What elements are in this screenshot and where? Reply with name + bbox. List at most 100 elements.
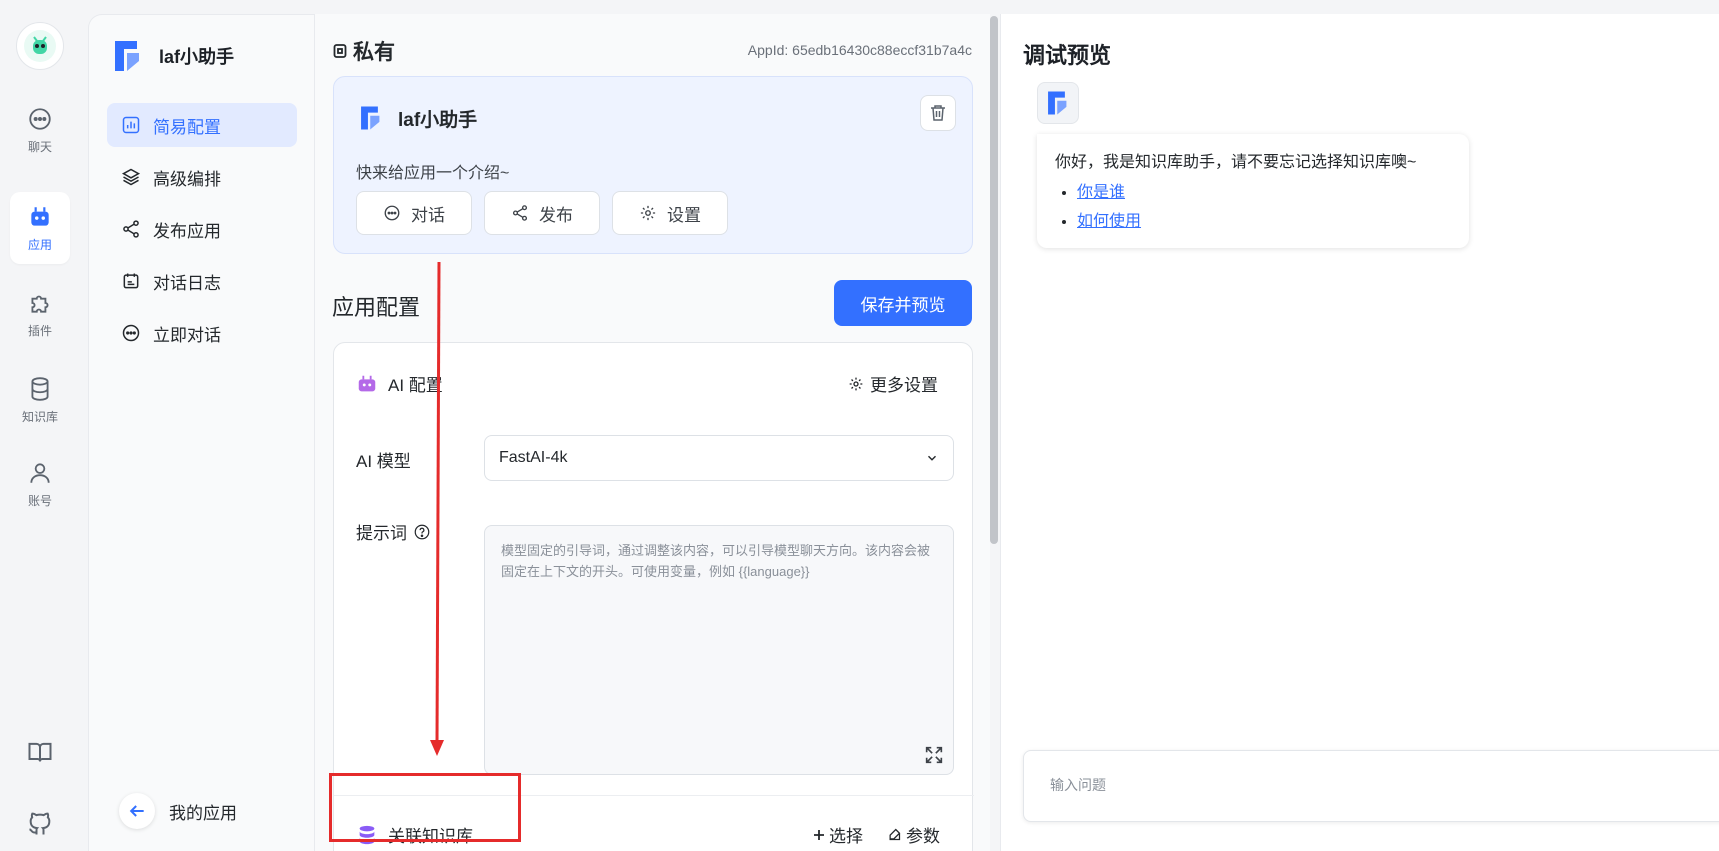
rail-item-knowledge[interactable]: 知识库: [10, 364, 70, 436]
main-scrollbar[interactable]: [990, 16, 998, 544]
rail-item-plugins[interactable]: 插件: [10, 278, 70, 350]
sidebar-item-label: 发布应用: [153, 221, 221, 241]
github-button[interactable]: [24, 808, 56, 840]
back-arrow-button[interactable]: [119, 793, 155, 829]
main-panel: 私有 AppId: 65edb16430c88eccf31b7a4c laf小助…: [314, 14, 990, 851]
user-avatar[interactable]: [16, 22, 64, 70]
arrow-left-icon: [129, 805, 144, 817]
kb-select-label: 选择: [829, 827, 863, 846]
sidebar-item-label: 高级编排: [153, 169, 221, 189]
docs-button[interactable]: [24, 736, 56, 768]
ai-model-label-text: AI 模型: [356, 452, 411, 471]
kb-params-label: 参数: [906, 827, 940, 846]
robot-icon: [31, 206, 49, 226]
sidebar-item-label: 立即对话: [153, 325, 221, 345]
save-preview-button[interactable]: 保存并预览: [834, 280, 972, 326]
suggested-question-link[interactable]: 如何使用: [1077, 213, 1141, 230]
sidebar-item-label: 简易配置: [153, 117, 221, 137]
question-input[interactable]: 输入问题: [1023, 750, 1719, 822]
app-config-title: 应用配置: [332, 295, 421, 320]
app-logo-icon: [115, 41, 139, 71]
chat-icon: [384, 205, 400, 221]
chat-button-label: 对话: [411, 205, 445, 225]
ai-model-value: FastAI-4k: [499, 449, 568, 466]
sidebar-item-advanced[interactable]: 高级编排: [107, 155, 297, 199]
database-icon: [31, 376, 49, 401]
app-logo-icon: [1048, 91, 1067, 115]
more-settings-button[interactable]: 更多设置: [848, 371, 938, 396]
publish-button[interactable]: 发布: [484, 191, 600, 235]
rail-item-label: 插件: [27, 323, 52, 338]
list-item: 你是谁: [1077, 178, 1451, 207]
rail-item-label: 聊天: [27, 139, 52, 154]
prompt-label: 提示词: [356, 519, 431, 544]
settings-button[interactable]: 设置: [612, 191, 728, 235]
left-rail: 聊天 应用 插件 知识库 账号: [0, 0, 80, 851]
app-action-buttons: 对话 发布 设置: [356, 191, 728, 235]
app-info-card: laf小助手 快来给应用一个介绍~ 对话 发布 设置: [333, 76, 973, 254]
debug-preview-panel: 调试预览 你好，我是知识库助手，请不要忘记选择知识库噢~ 你是谁 如何使用 输入…: [1000, 14, 1719, 851]
chat-button[interactable]: 对话: [356, 191, 472, 235]
layers-icon: [121, 168, 141, 186]
rail-item-label: 知识库: [21, 409, 58, 424]
bot-greeting: 你好，我是知识库助手，请不要忘记选择知识库噢~: [1055, 154, 1417, 171]
visibility-title: 私有: [333, 36, 395, 66]
chat-icon: [29, 107, 51, 130]
bot-message-bubble: 你好，我是知识库助手，请不要忘记选择知识库噢~ 你是谁 如何使用: [1037, 134, 1469, 248]
back-label: 我的应用: [169, 803, 237, 823]
book-icon: [28, 742, 52, 762]
prompt-label-text: 提示词: [356, 524, 407, 543]
rail-item-apps[interactable]: 应用: [10, 192, 70, 264]
app-logo-icon: [361, 106, 380, 130]
annotation-highlight-box: [329, 773, 521, 842]
more-settings-label: 更多设置: [870, 376, 938, 395]
prompt-textarea[interactable]: 模型固定的引导词，通过调整该内容，可以引导模型聊天方向。该内容会被固定在上下文的…: [484, 525, 954, 775]
lock-icon: [333, 44, 347, 58]
kb-params-button[interactable]: 参数: [887, 822, 940, 847]
visibility-label: 私有: [353, 41, 395, 64]
prompt-placeholder: 模型固定的引导词，通过调整该内容，可以引导模型聊天方向。该内容会被固定在上下文的…: [501, 543, 931, 579]
gear-icon: [849, 377, 863, 390]
sidebar-nav: 简易配置 高级编排 发布应用 对话日志 立即对话: [107, 103, 297, 363]
sidebar-app-header: laf小助手: [111, 37, 234, 75]
rail-item-account[interactable]: 账号: [10, 448, 70, 520]
sidebar-item-logs[interactable]: 对话日志: [107, 259, 297, 303]
help-icon[interactable]: [413, 523, 431, 541]
sidebar-item-label: 对话日志: [153, 273, 221, 293]
knowledge-base-actions: 选择 参数: [813, 822, 940, 847]
sidebar-item-publish[interactable]: 发布应用: [107, 207, 297, 251]
share-icon: [512, 205, 528, 221]
bot-avatar: [1037, 82, 1079, 124]
puzzle-icon: [31, 295, 49, 313]
preview-title: 调试预览: [1023, 43, 1112, 68]
suggested-question-link[interactable]: 你是谁: [1077, 184, 1125, 201]
rail-item-chat[interactable]: 聊天: [10, 94, 70, 166]
ai-model-select[interactable]: FastAI-4k: [484, 435, 954, 481]
calendar-log-icon: [123, 273, 139, 289]
chevron-down-icon: [928, 455, 936, 461]
avatar-robot-icon: [24, 30, 56, 62]
ai-config-header: AI 配置: [356, 371, 443, 396]
app-sidebar: laf小助手 简易配置 高级编排 发布应用 对话日志 立即对话 我的应用: [88, 14, 314, 851]
app-id: AppId: 65edb16430c88eccf31b7a4c: [747, 42, 972, 58]
rail-item-label: 账号: [27, 493, 52, 508]
trash-icon: [931, 105, 945, 121]
expand-icon[interactable]: [923, 744, 945, 766]
gear-icon: [640, 205, 656, 221]
chart-bar-icon: [122, 116, 140, 134]
chat-icon: [122, 324, 140, 342]
user-icon: [30, 462, 50, 483]
github-icon: [29, 812, 51, 835]
app-card-header: laf小助手: [358, 103, 477, 133]
app-intro[interactable]: 快来给应用一个介绍~: [356, 159, 509, 183]
sidebar-item-simple-config[interactable]: 简易配置: [107, 103, 297, 147]
back-to-my-apps[interactable]: 我的应用: [119, 793, 237, 829]
delete-app-button[interactable]: [920, 95, 956, 131]
publish-button-label: 发布: [539, 205, 573, 225]
robot-icon: [358, 375, 376, 391]
settings-button-label: 设置: [667, 205, 701, 225]
sidebar-item-chat-now[interactable]: 立即对话: [107, 311, 297, 355]
plus-icon: [814, 829, 824, 840]
kb-select-button[interactable]: 选择: [813, 822, 863, 847]
share-icon: [123, 220, 139, 238]
